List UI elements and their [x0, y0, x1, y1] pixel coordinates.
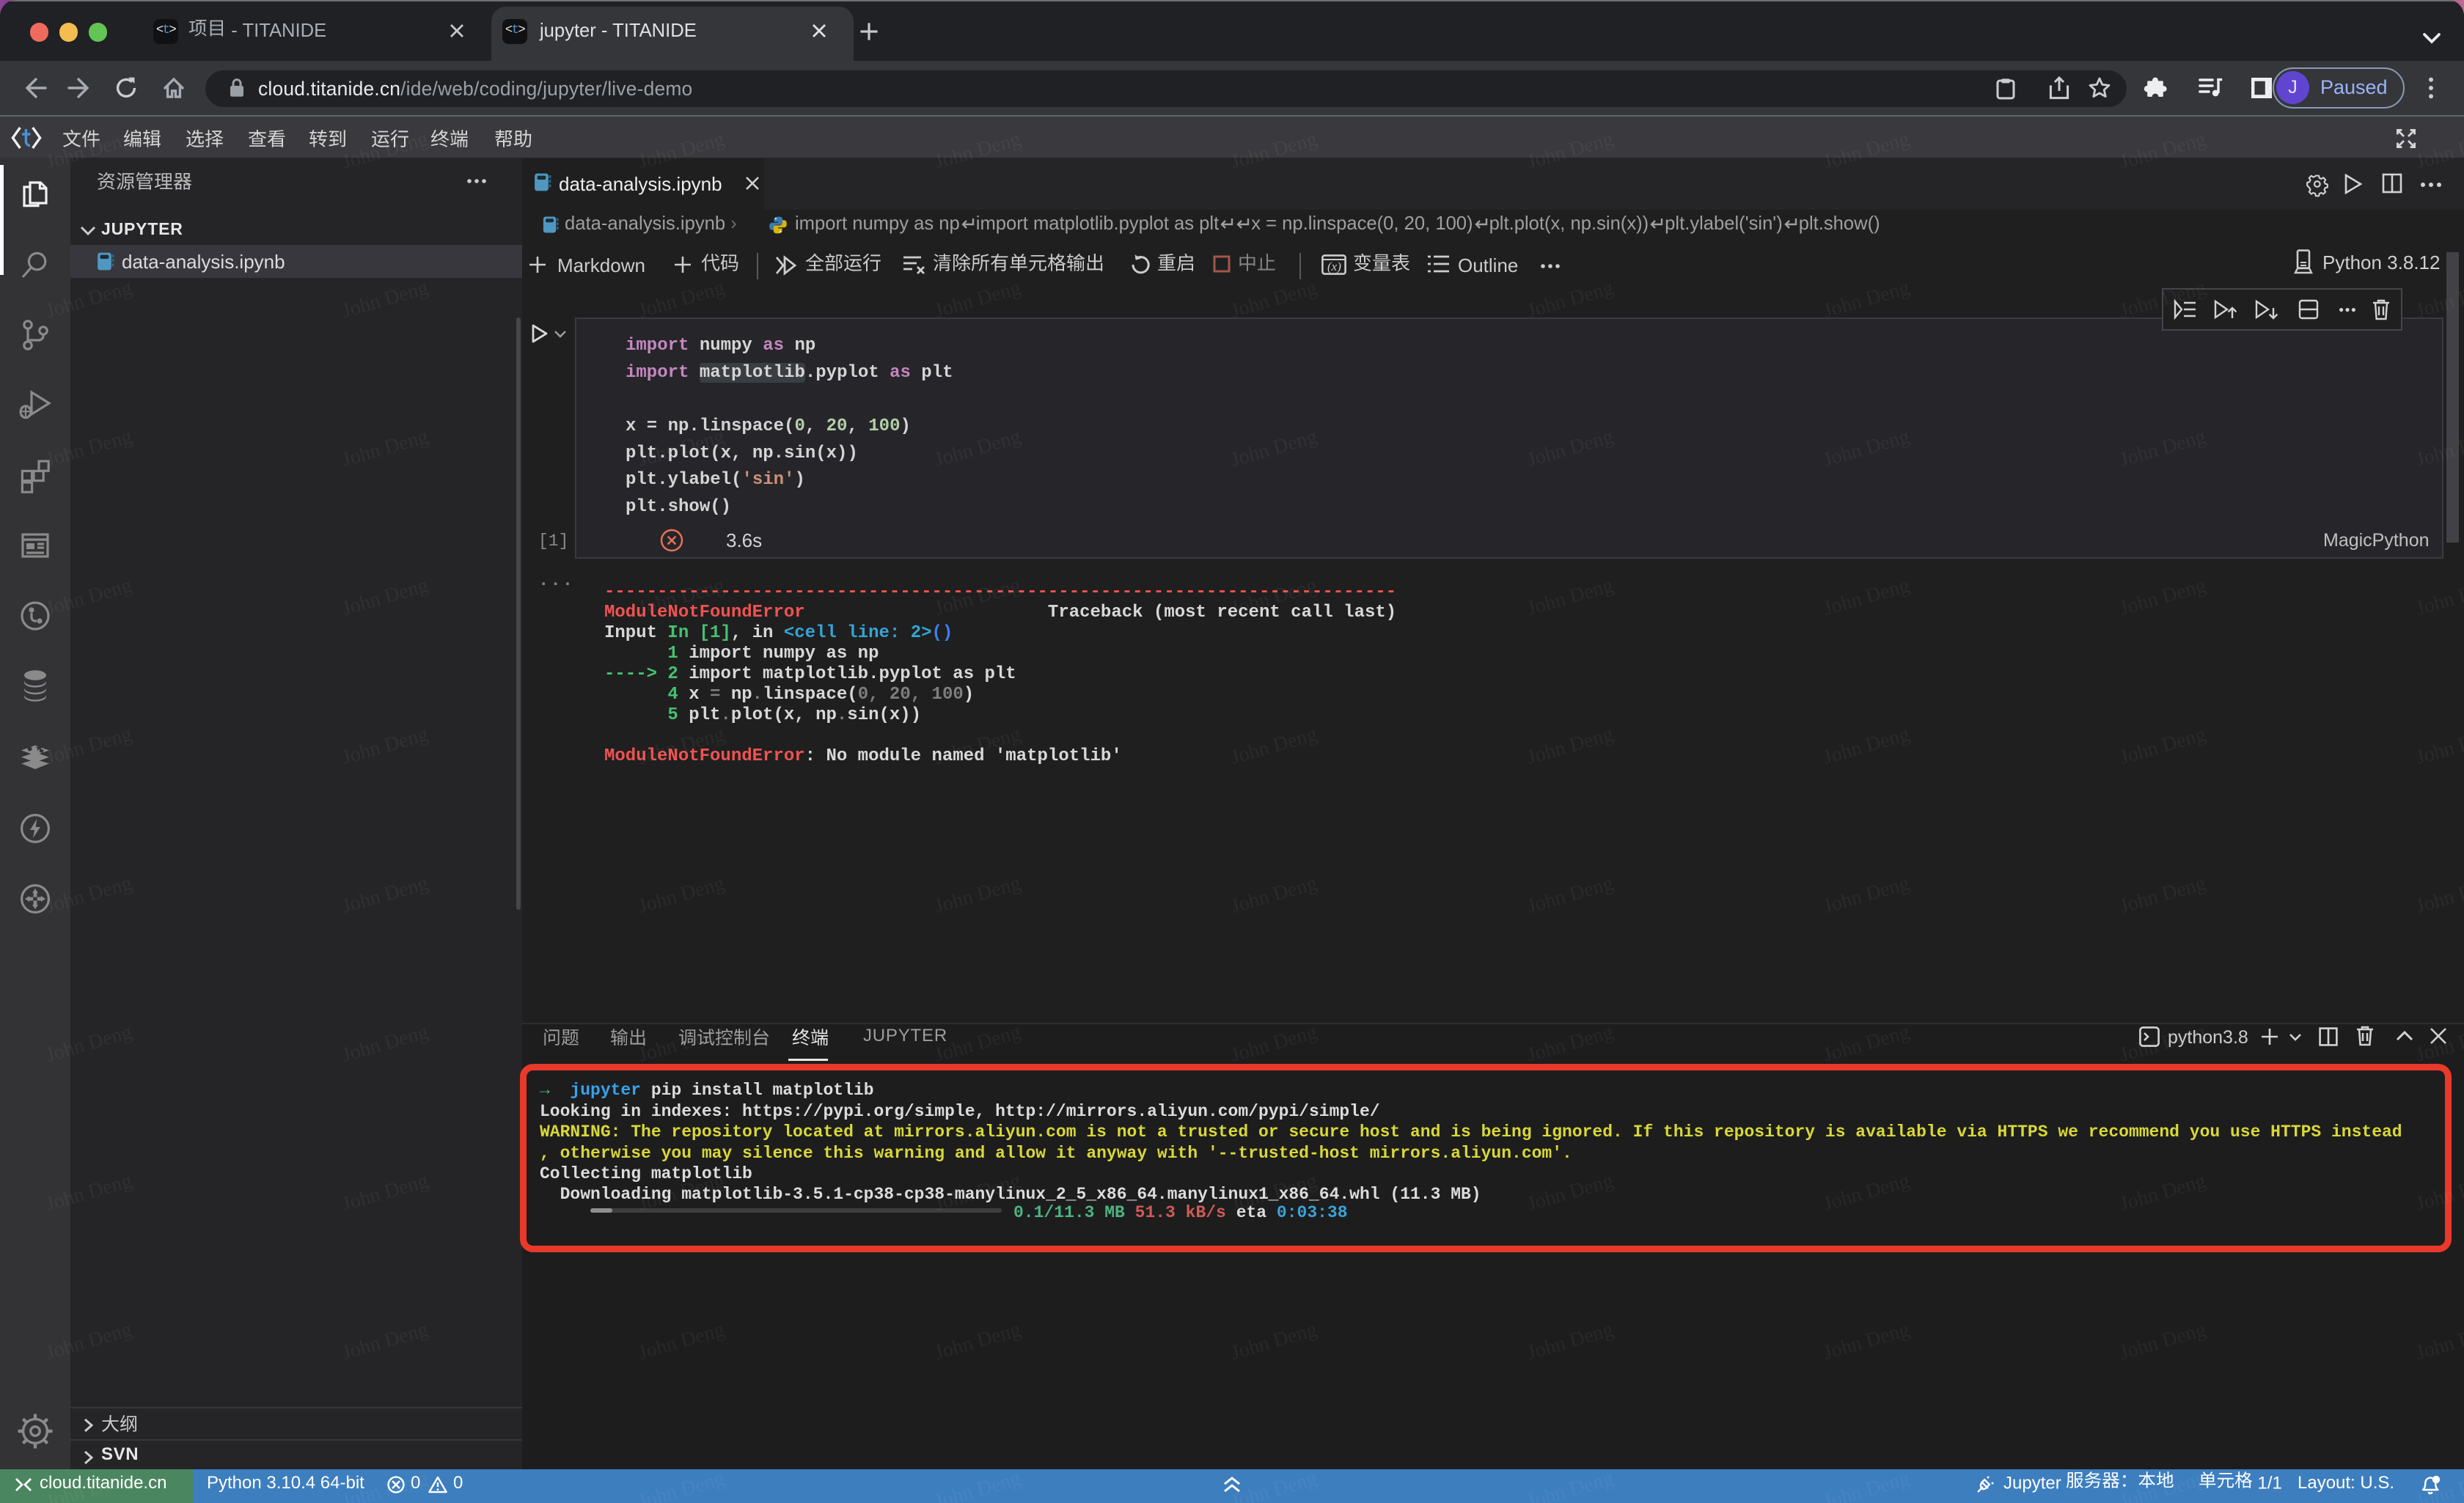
svg-text:(x): (x) [1327, 260, 1341, 273]
